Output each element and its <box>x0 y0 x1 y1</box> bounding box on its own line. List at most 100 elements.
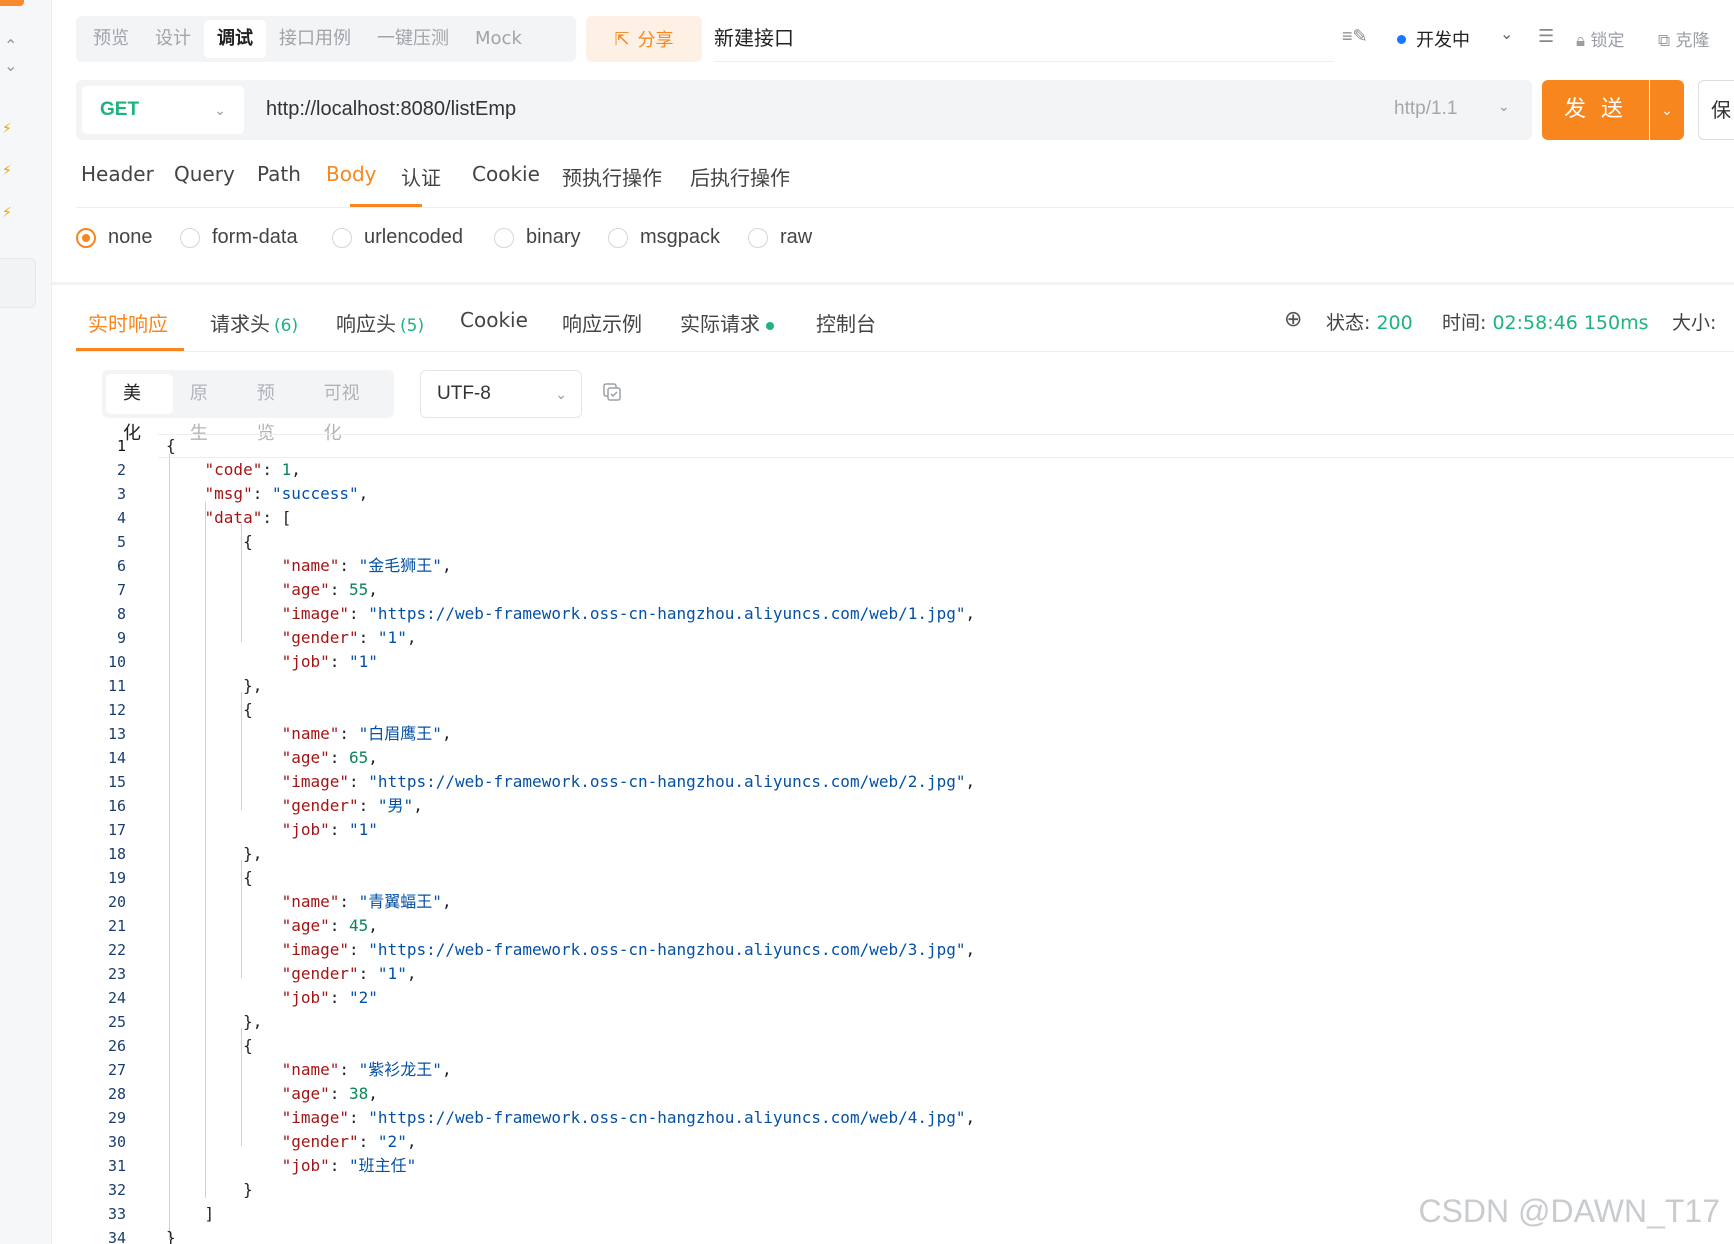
line-number: 21 <box>107 917 126 935</box>
tab-console[interactable]: 控制台 <box>816 308 876 337</box>
code-text: "image": "https://web-framework.oss-cn-h… <box>281 772 976 791</box>
code-text: "name": "白眉鹰王", <box>281 724 452 743</box>
tab-body[interactable]: Body <box>326 162 377 186</box>
tab-response-cookie[interactable]: Cookie <box>460 308 528 332</box>
code-line: 30 "gender": "2", <box>76 1130 1734 1154</box>
tab-load-test[interactable]: 一键压测 <box>364 20 462 58</box>
chevron-down-icon[interactable]: ⌄ <box>1498 98 1510 115</box>
lock-button[interactable]: 🔒︎ 锁定 <box>1576 26 1624 51</box>
tab-post-script[interactable]: 后执行操作 <box>690 162 790 191</box>
radio-raw[interactable]: raw <box>748 226 812 249</box>
tab-actual-request[interactable]: 实际请求 <box>680 308 774 337</box>
protocol-select[interactable]: http/1.1 <box>1394 98 1457 120</box>
radio-form-data[interactable]: form-data <box>180 226 298 249</box>
method-label: GET <box>100 99 140 120</box>
code-line: 4 "data": [ <box>76 506 1734 530</box>
radio-msgpack[interactable]: msgpack <box>608 226 720 249</box>
tab-test-cases[interactable]: 接口用例 <box>266 20 364 58</box>
tab-realtime-response[interactable]: 实时响应 <box>88 308 168 337</box>
tab-design[interactable]: 设计 <box>142 20 204 58</box>
globe-icon[interactable]: ⊕ <box>1284 306 1302 332</box>
status-select[interactable]: 开发中 <box>1416 26 1470 52</box>
radio-circle <box>76 227 96 248</box>
bolt-icon[interactable]: ⚡ <box>2 120 12 137</box>
code-text: "image": "https://web-framework.oss-cn-h… <box>281 940 976 959</box>
line-number: 9 <box>116 629 126 647</box>
code-text: "image": "https://web-framework.oss-cn-h… <box>281 604 976 623</box>
radio-urlencoded[interactable]: urlencoded <box>332 226 463 249</box>
time-value: 02:58:46 <box>1492 312 1578 334</box>
bolt-icon[interactable]: ⚡ <box>2 204 12 221</box>
tab-response-headers[interactable]: 响应头 (5) <box>336 308 424 337</box>
line-number: 2 <box>116 461 126 479</box>
rail-accent-marker <box>0 0 24 6</box>
view-visualize[interactable]: 可视化 <box>307 374 390 444</box>
send-dropdown-button[interactable]: ⌄ <box>1650 80 1684 140</box>
line-number: 19 <box>107 869 126 887</box>
tab-response-example[interactable]: 响应示例 <box>562 308 642 337</box>
url-input[interactable]: http://localhost:8080/listEmp <box>266 98 516 121</box>
rail-collapse-handle[interactable] <box>0 258 36 308</box>
code-text: } <box>166 1228 176 1244</box>
code-line: 12 { <box>76 698 1734 722</box>
radio-label: msgpack <box>640 226 721 248</box>
tab-pre-script[interactable]: 预执行操作 <box>562 162 662 191</box>
tab-request-headers[interactable]: 请求头 (6) <box>210 308 298 337</box>
code-line: 29 "image": "https://web-framework.oss-c… <box>76 1106 1734 1130</box>
line-number: 33 <box>107 1205 126 1223</box>
time-label: 时间: <box>1442 312 1487 334</box>
line-number: 5 <box>116 533 126 551</box>
count-badge: (6) <box>274 316 299 336</box>
encoding-select[interactable]: UTF-8 ⌄ <box>420 370 582 418</box>
code-text: "image": "https://web-framework.oss-cn-h… <box>281 1108 976 1127</box>
send-button[interactable]: 发 送 <box>1542 80 1649 140</box>
time-meta: 时间: 02:58:46 150ms <box>1442 308 1649 335</box>
copy-icon[interactable] <box>602 382 622 402</box>
tab-debug[interactable]: 调试 <box>204 20 266 58</box>
tab-mock[interactable]: Mock <box>462 20 535 58</box>
bolt-icon[interactable]: ⚡ <box>2 162 12 179</box>
code-line: 25 }, <box>76 1010 1734 1034</box>
tab-path[interactable]: Path <box>257 162 301 186</box>
line-number: 27 <box>107 1061 126 1079</box>
tab-preview[interactable]: 预览 <box>80 20 142 58</box>
outline-icon[interactable]: ☰ <box>1538 26 1554 47</box>
code-line: 22 "image": "https://web-framework.oss-c… <box>76 938 1734 962</box>
code-line: 14 "age": 65, <box>76 746 1734 770</box>
radio-binary[interactable]: binary <box>494 226 580 249</box>
tab-cookie[interactable]: Cookie <box>472 162 540 186</box>
expand-collapse-icon[interactable]: ⌃ ⌄ <box>4 36 17 76</box>
top-bar: 预览 设计 调试 接口用例 一键压测 Mock ⇱ 分享 新建接口 ≡✎ 开发中… <box>76 14 1734 64</box>
line-number: 31 <box>107 1157 126 1175</box>
code-text: "gender": "2", <box>281 1132 417 1151</box>
response-code-viewer[interactable]: 1{2 "code": 1, 3 "msg": "success", 4 "data… <box>76 432 1734 1244</box>
edit-description-icon[interactable]: ≡✎ <box>1342 26 1368 47</box>
status-label: 状态: <box>1326 312 1371 334</box>
code-line: 18 }, <box>76 842 1734 866</box>
api-name-input[interactable]: 新建接口 <box>714 22 1334 62</box>
clone-icon: ⧉ <box>1658 31 1671 51</box>
green-dot-indicator <box>766 321 774 330</box>
code-text: "job": "1" <box>281 820 378 839</box>
tab-auth[interactable]: 认证 <box>401 162 441 191</box>
code-line: 21 "age": 45, <box>76 914 1734 938</box>
view-raw[interactable]: 原生 <box>173 374 240 444</box>
radio-circle <box>748 227 768 248</box>
save-button[interactable]: 保 <box>1698 80 1734 140</box>
line-number: 3 <box>116 485 126 503</box>
chevron-down-icon[interactable]: ⌄ <box>1500 24 1513 44</box>
view-preview[interactable]: 预览 <box>240 374 307 444</box>
active-tab-indicator <box>350 204 422 207</box>
share-button[interactable]: ⇱ 分享 <box>586 16 702 62</box>
lock-label: 锁定 <box>1590 31 1625 51</box>
clone-button[interactable]: ⧉ 克隆 <box>1658 26 1710 51</box>
lock-icon: 🔒︎ <box>1576 31 1586 51</box>
method-select[interactable]: GET ⌄ <box>82 86 244 134</box>
view-beautify[interactable]: 美化 <box>106 374 173 444</box>
radio-none[interactable]: none <box>76 226 153 249</box>
response-tabs: 实时响应 请求头 (6) 响应头 (5) Cookie 响应示例 实际请求 控制台 … <box>76 300 1734 352</box>
code-line: 23 "gender": "1", <box>76 962 1734 986</box>
tab-query[interactable]: Query <box>174 162 235 186</box>
tab-header[interactable]: Header <box>81 162 154 186</box>
tab-label: 请求头 <box>210 312 270 336</box>
